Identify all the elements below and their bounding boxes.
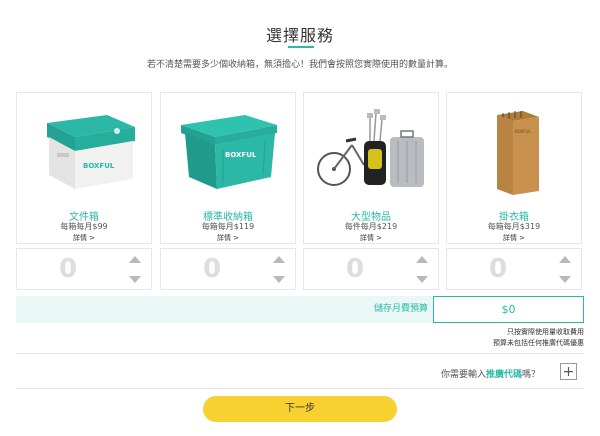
- promo-suffix: 嗎？: [521, 370, 540, 380]
- product-price: 每箱每月$319: [487, 222, 541, 231]
- arrow-up-icon: [558, 255, 571, 263]
- promo-highlight[interactable]: 推廣代碼: [486, 370, 522, 380]
- product-card-wardrobe-box[interactable]: BOXFUL 掛衣箱 每箱每月$319 詳情 >: [446, 92, 582, 244]
- product-price: 每件每月$219: [344, 222, 398, 231]
- arrow-up-icon: [128, 255, 141, 263]
- stepper-controls: [405, 249, 438, 289]
- increment-button[interactable]: [262, 249, 295, 269]
- title-underline: [288, 46, 314, 48]
- promo-prefix: 你需要輸入: [440, 370, 486, 380]
- budget-value: $0: [433, 296, 584, 323]
- arrow-down-icon: [128, 275, 141, 283]
- arrow-down-icon: [558, 275, 571, 283]
- product-price: 每箱每月$99: [60, 222, 108, 231]
- budget-note-promo: 預算未包括任何推廣代碼優惠: [493, 339, 584, 347]
- product-detail-link[interactable]: 詳情 >: [447, 233, 581, 243]
- quantity-value[interactable]: 0: [447, 249, 549, 289]
- bicycle-golf-luggage-icon: [317, 109, 424, 187]
- product-card-document-box[interactable]: BOXFUL 文件箱 每箱每月$99 詳情 >: [16, 92, 152, 244]
- product-detail-link[interactable]: 詳情 >: [17, 233, 151, 243]
- increment-button[interactable]: [405, 249, 438, 269]
- stepper-controls: [548, 249, 581, 289]
- arrow-up-icon: [415, 255, 428, 263]
- quantity-stepper-wardrobe-box: 0: [446, 248, 582, 290]
- product-price: 每箱每月$119: [201, 222, 255, 231]
- plus-icon: +: [562, 363, 575, 380]
- product-card-large-items[interactable]: 大型物品 每件每月$219 詳情 >: [303, 92, 439, 244]
- box-brand-text: BOXFUL: [515, 129, 532, 134]
- divider: [16, 388, 584, 389]
- next-step-button[interactable]: 下一步: [203, 396, 397, 422]
- decrement-button[interactable]: [262, 269, 295, 289]
- promo-code-prompt: 你需要輸入推廣代碼嗎？: [441, 367, 540, 380]
- divider: [16, 353, 584, 354]
- stepper-controls: [262, 249, 295, 289]
- document-box-icon: BOXFUL: [47, 115, 135, 189]
- arrow-up-icon: [272, 255, 285, 263]
- increment-button[interactable]: [548, 249, 581, 269]
- quantity-stepper-storage-bin: 0: [160, 248, 296, 290]
- page-title: 選擇服務: [265, 26, 334, 45]
- wardrobe-box-icon: BOXFUL: [497, 111, 539, 195]
- product-detail-link[interactable]: 詳情 >: [304, 233, 438, 243]
- add-promo-code-button[interactable]: +: [560, 363, 577, 380]
- budget-bar: 儲存月費預算: [16, 296, 436, 323]
- arrow-down-icon: [415, 275, 428, 283]
- product-detail-link[interactable]: 詳情 >: [161, 233, 295, 243]
- decrement-button[interactable]: [118, 269, 151, 289]
- product-card-storage-bin[interactable]: BOXFUL 標準收納箱 每箱每月$119 詳情 >: [160, 92, 296, 244]
- quantity-value[interactable]: 0: [161, 249, 263, 289]
- page-subtitle: 若不清楚需要多少個收納箱，無須擔心！我們會按照您實際使用的數量計算。: [146, 60, 453, 70]
- box-brand-text: BOXFUL: [83, 162, 115, 170]
- quantity-value[interactable]: 0: [304, 249, 406, 289]
- quantity-stepper-large-items: 0: [303, 248, 439, 290]
- decrement-button[interactable]: [405, 269, 438, 289]
- increment-button[interactable]: [118, 249, 151, 269]
- storage-bin-icon: BOXFUL: [181, 115, 277, 189]
- box-brand-text: BOXFUL: [225, 151, 257, 159]
- arrow-down-icon: [272, 275, 285, 283]
- budget-label: 儲存月費預算: [373, 304, 428, 314]
- decrement-button[interactable]: [548, 269, 581, 289]
- quantity-value[interactable]: 0: [17, 249, 119, 289]
- quantity-stepper-document-box: 0: [16, 248, 152, 290]
- budget-note-usage: 只按實際使用量收取費用: [507, 328, 584, 336]
- stepper-controls: [118, 249, 151, 289]
